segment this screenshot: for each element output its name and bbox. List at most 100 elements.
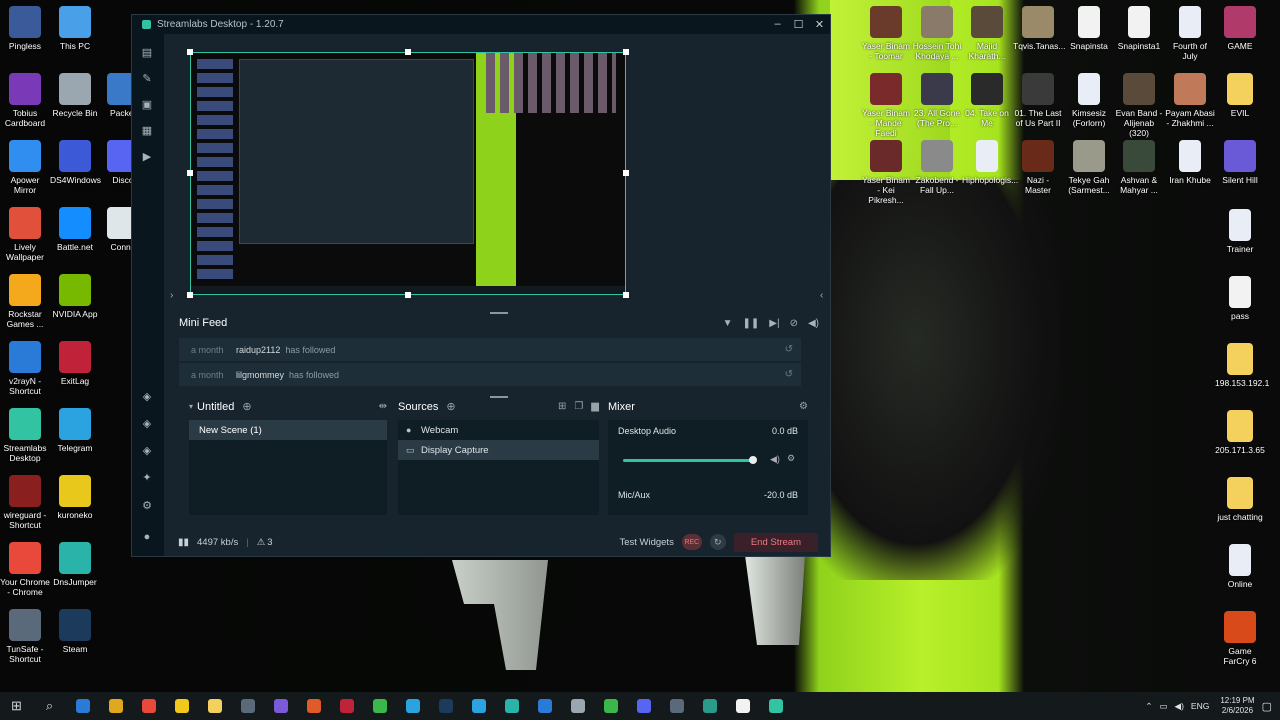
desktop-shortcut[interactable]: Hossein Tohi Khodaya ... — [912, 6, 962, 61]
add-scene-icon[interactable]: ⊕ — [242, 400, 251, 413]
desktop-shortcut[interactable]: DnsJumper — [50, 542, 100, 587]
mute-alerts-icon[interactable]: ⊘ — [790, 318, 798, 329]
desktop-shortcut[interactable]: kuroneko — [50, 475, 100, 520]
minimize-icon[interactable]: – — [767, 18, 788, 31]
scene-item[interactable]: New Scene (1) — [189, 420, 387, 440]
desktop-shortcut[interactable]: Telegram — [50, 408, 100, 453]
desktop-shortcut[interactable]: 198.153.192.1 — [1215, 343, 1269, 388]
taskbar-app-button[interactable] — [429, 692, 462, 720]
stats-icon[interactable]: ▮▮ — [178, 537, 189, 548]
desktop-shortcut[interactable]: Majid Kharath... — [962, 6, 1012, 61]
taskbar-app-button[interactable] — [297, 692, 330, 720]
desktop-shortcut[interactable]: 01. The Last of Us Part II — [1013, 73, 1063, 128]
taskbar-app-button[interactable] — [693, 692, 726, 720]
desktop-shortcut[interactable]: Ashvan & Mahyar ... — [1114, 140, 1164, 195]
desktop-shortcut[interactable]: v2rayN - Shortcut — [0, 341, 50, 396]
desktop-shortcut[interactable]: Trainer — [1215, 209, 1265, 254]
desktop-shortcut[interactable]: 23. All Gone (The Pro... — [912, 73, 962, 128]
replay-buffer-icon[interactable]: ↻ — [709, 534, 726, 550]
desktop-shortcut[interactable]: Tekye Gah (Sarmest... — [1064, 140, 1114, 195]
highlighter-nav-icon[interactable]: ✦ — [140, 471, 154, 485]
chevron-left-icon[interactable]: ‹ — [820, 290, 823, 301]
clock[interactable]: 12:19 PM 2/6/2026 — [1220, 696, 1254, 716]
volume-icon[interactable]: ◀) — [1175, 701, 1184, 712]
desktop-shortcut[interactable]: Lively Wallpaper — [0, 207, 50, 262]
desktop-shortcut[interactable]: Streamlabs Desktop — [0, 408, 50, 463]
resize-handle[interactable] — [623, 292, 629, 298]
desktop-shortcut[interactable]: Hiphopologis... — [962, 140, 1018, 185]
desktop-shortcut[interactable]: Your Chrome - Chrome — [0, 542, 50, 597]
streamlabs-window[interactable]: Streamlabs Desktop - 1.20.7 – ☐ ✕ ▤ ✎ ▣ … — [131, 14, 831, 557]
network-icon[interactable]: ▭ — [1160, 701, 1168, 712]
desktop-shortcut[interactable]: Tobius Cardboard — [0, 73, 50, 128]
taskbar-app-button[interactable] — [330, 692, 363, 720]
resize-handle[interactable] — [405, 292, 411, 298]
start-button[interactable]: ⊞ — [0, 692, 33, 720]
taskbar-app-button[interactable] — [231, 692, 264, 720]
desktop-shortcut[interactable]: Apower Mirror — [0, 140, 50, 195]
desktop-shortcut[interactable]: DS4Windows — [50, 140, 101, 185]
chevron-up-icon[interactable]: ⌃ — [1145, 701, 1152, 712]
language-indicator[interactable]: ENG — [1191, 701, 1209, 711]
desktop-shortcut[interactable]: Zakobend - Fall Up... — [912, 140, 962, 195]
add-source-icon[interactable]: ⊕ — [446, 400, 455, 413]
settings-nav-icon[interactable]: ⚙ — [140, 499, 154, 513]
repeat-alert-icon[interactable]: ↺ — [785, 369, 793, 380]
desktop-shortcut[interactable]: Kimsesiz (Forlorn) — [1064, 73, 1114, 128]
repeat-alert-icon[interactable]: ↺ — [785, 344, 793, 355]
desktop-shortcut[interactable]: Silent Hill — [1215, 140, 1265, 185]
record-button[interactable]: REC — [681, 534, 702, 550]
desktop-shortcut[interactable]: Yaser Binam - Kei Pikresh... — [861, 140, 911, 205]
taskbar-app-button[interactable] — [561, 692, 594, 720]
taskbar-app-button[interactable] — [99, 692, 132, 720]
apps-nav-icon[interactable]: ◈ — [140, 444, 154, 458]
close-icon[interactable]: ✕ — [809, 18, 830, 31]
desktop-shortcut[interactable]: Online — [1215, 544, 1265, 589]
skip-icon[interactable]: ▶| — [769, 318, 779, 329]
source-item-webcam[interactable]: ● Webcam — [398, 420, 599, 440]
desktop-shortcut[interactable]: Snapinsta — [1064, 6, 1114, 51]
resize-handle[interactable] — [623, 170, 629, 176]
volume-slider[interactable] — [623, 456, 757, 464]
taskbar-app-button[interactable] — [594, 692, 627, 720]
profile-nav-icon[interactable]: ● — [140, 530, 154, 544]
resize-handle[interactable] — [405, 49, 411, 55]
desktop-shortcut[interactable]: Battle.net — [50, 207, 100, 252]
desktop-shortcut[interactable]: Pingless — [0, 6, 50, 51]
desktop-shortcut[interactable]: NVIDIA App — [50, 274, 100, 319]
resize-handle[interactable] — [187, 292, 193, 298]
taskbar-app-button[interactable] — [627, 692, 660, 720]
taskbar-app-button[interactable] — [660, 692, 693, 720]
pause-icon[interactable]: ❚❚ — [743, 318, 760, 329]
test-widgets-button[interactable]: Test Widgets — [619, 537, 673, 548]
filter-icon[interactable]: ▼ — [723, 318, 733, 329]
channel-settings-icon[interactable]: ⚙ — [787, 453, 795, 464]
desktop-shortcut[interactable]: GAME — [1215, 6, 1265, 51]
stream-preview[interactable] — [190, 52, 626, 295]
taskbar-app-button[interactable] — [396, 692, 429, 720]
transitions-icon[interactable]: ⇹ — [379, 401, 387, 412]
taskbar-app-button[interactable] — [66, 692, 99, 720]
desktop-shortcut[interactable]: just chatting — [1215, 477, 1265, 522]
desktop-shortcut[interactable]: Nazi - Master — [1013, 140, 1063, 195]
speaker-icon[interactable]: ◀) — [770, 454, 780, 465]
taskbar-app-button[interactable] — [528, 692, 561, 720]
desktop-shortcut[interactable]: ExitLag — [50, 341, 100, 386]
collapse-icon[interactable]: ▾ — [189, 402, 193, 411]
alerts-icon[interactable]: ⚠ — [257, 537, 266, 548]
desktop-shortcut[interactable]: Iran Khube — [1165, 140, 1215, 185]
mixer-settings-icon[interactable]: ⚙ — [799, 401, 808, 412]
volume-icon[interactable]: ◀) — [808, 318, 819, 329]
desktop-shortcut[interactable]: Yaser Binam - Toomar — [861, 6, 911, 61]
resize-handle[interactable] — [187, 170, 193, 176]
chevron-right-icon[interactable]: › — [170, 290, 173, 301]
notifications-icon[interactable]: ▢ — [1262, 700, 1272, 713]
resize-handle[interactable] — [623, 49, 629, 55]
resize-divider[interactable] — [490, 312, 508, 314]
desktop-shortcut[interactable]: EVIL — [1215, 73, 1265, 118]
taskbar-app-button[interactable] — [363, 692, 396, 720]
resize-handle[interactable] — [187, 49, 193, 55]
source-item-display-capture[interactable]: ▭ Display Capture — [398, 440, 599, 460]
end-stream-button[interactable]: End Stream — [733, 532, 818, 552]
taskbar-app-button[interactable] — [495, 692, 528, 720]
